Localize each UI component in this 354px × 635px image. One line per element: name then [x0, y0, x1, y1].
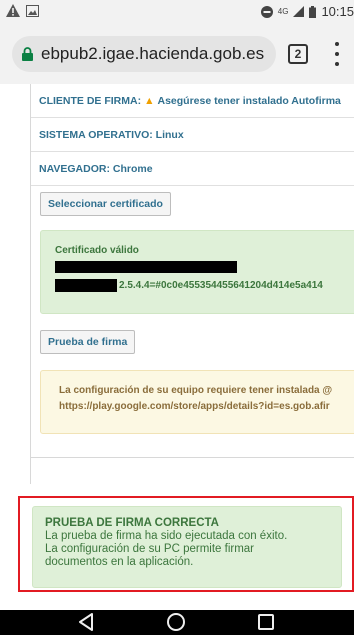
menu-dot-icon [335, 52, 339, 56]
os-row: SISTEMA OPERATIVO: Linux [31, 118, 354, 152]
tab-switcher-button[interactable]: 2 [288, 44, 308, 64]
address-bar[interactable]: ebpub2.igae.hacienda.gob.es [12, 36, 276, 72]
signature-test-button[interactable]: Prueba de firma [40, 330, 136, 354]
warning-notification-icon [6, 4, 20, 17]
config-message: La configuración de su equipo requiere t… [59, 385, 333, 396]
signal-icon [293, 6, 305, 17]
certificate-oid: 2.5.4.4=#0c0e455354455641204d414e5a414 [119, 280, 323, 291]
clock: 10:15 [321, 4, 354, 19]
redacted-block [55, 279, 117, 292]
browser-menu-button[interactable] [334, 42, 340, 66]
config-link[interactable]: https://play.google.com/store/apps/detai… [59, 401, 330, 412]
certificate-alert: Certificado válido 2.5.4.4=#0c0e45535445… [40, 230, 354, 314]
status-bar: 4G 10:15 [0, 0, 354, 24]
client-value: Asegúrese tener instalado Autofirma [157, 94, 341, 107]
page-content: CLIENTE DE FIRMA: ▲ Asegúrese tener inst… [0, 84, 354, 610]
success-title: PRUEBA DE FIRMA CORRECTA [45, 517, 219, 529]
navigation-bar [0, 610, 354, 635]
client-row: CLIENTE DE FIRMA: ▲ Asegúrese tener inst… [31, 84, 354, 118]
configuration-warning: La configuración de su equipo requiere t… [40, 370, 354, 434]
recent-apps-icon[interactable] [258, 614, 274, 630]
image-notification-icon [26, 4, 39, 17]
warning-icon: ▲ [144, 94, 155, 107]
url-text: ebpub2.igae.hacienda.gob.es [41, 44, 265, 63]
home-icon[interactable] [167, 613, 185, 631]
select-certificate-button[interactable]: Seleccionar certificado [40, 192, 171, 216]
browser-toolbar: ebpub2.igae.hacienda.gob.es 2 [0, 24, 354, 84]
divider [31, 457, 354, 458]
certificate-title: Certificado válido [55, 245, 139, 256]
success-message-line: documentos en la aplicación. [45, 556, 194, 568]
client-label: CLIENTE DE FIRMA: [39, 94, 142, 107]
lock-icon [22, 47, 33, 61]
success-message-line: La configuración de su PC permite firmar [45, 543, 255, 555]
redacted-block [55, 261, 237, 273]
browser-row: NAVEGADOR: Chrome [31, 152, 354, 186]
menu-dot-icon [335, 62, 339, 66]
do-not-disturb-icon [260, 5, 273, 18]
network-type-label: 4G [277, 7, 289, 16]
highlight-frame: PRUEBA DE FIRMA CORRECTA La prueba de fi… [18, 496, 354, 592]
success-alert: PRUEBA DE FIRMA CORRECTA La prueba de fi… [32, 506, 342, 588]
signature-config-panel: CLIENTE DE FIRMA: ▲ Asegúrese tener inst… [30, 84, 354, 484]
battery-icon [309, 5, 317, 18]
success-message-line: La prueba de firma ha sido ejecutada con… [45, 530, 288, 542]
menu-dot-icon [335, 42, 339, 46]
back-icon[interactable] [78, 613, 94, 631]
